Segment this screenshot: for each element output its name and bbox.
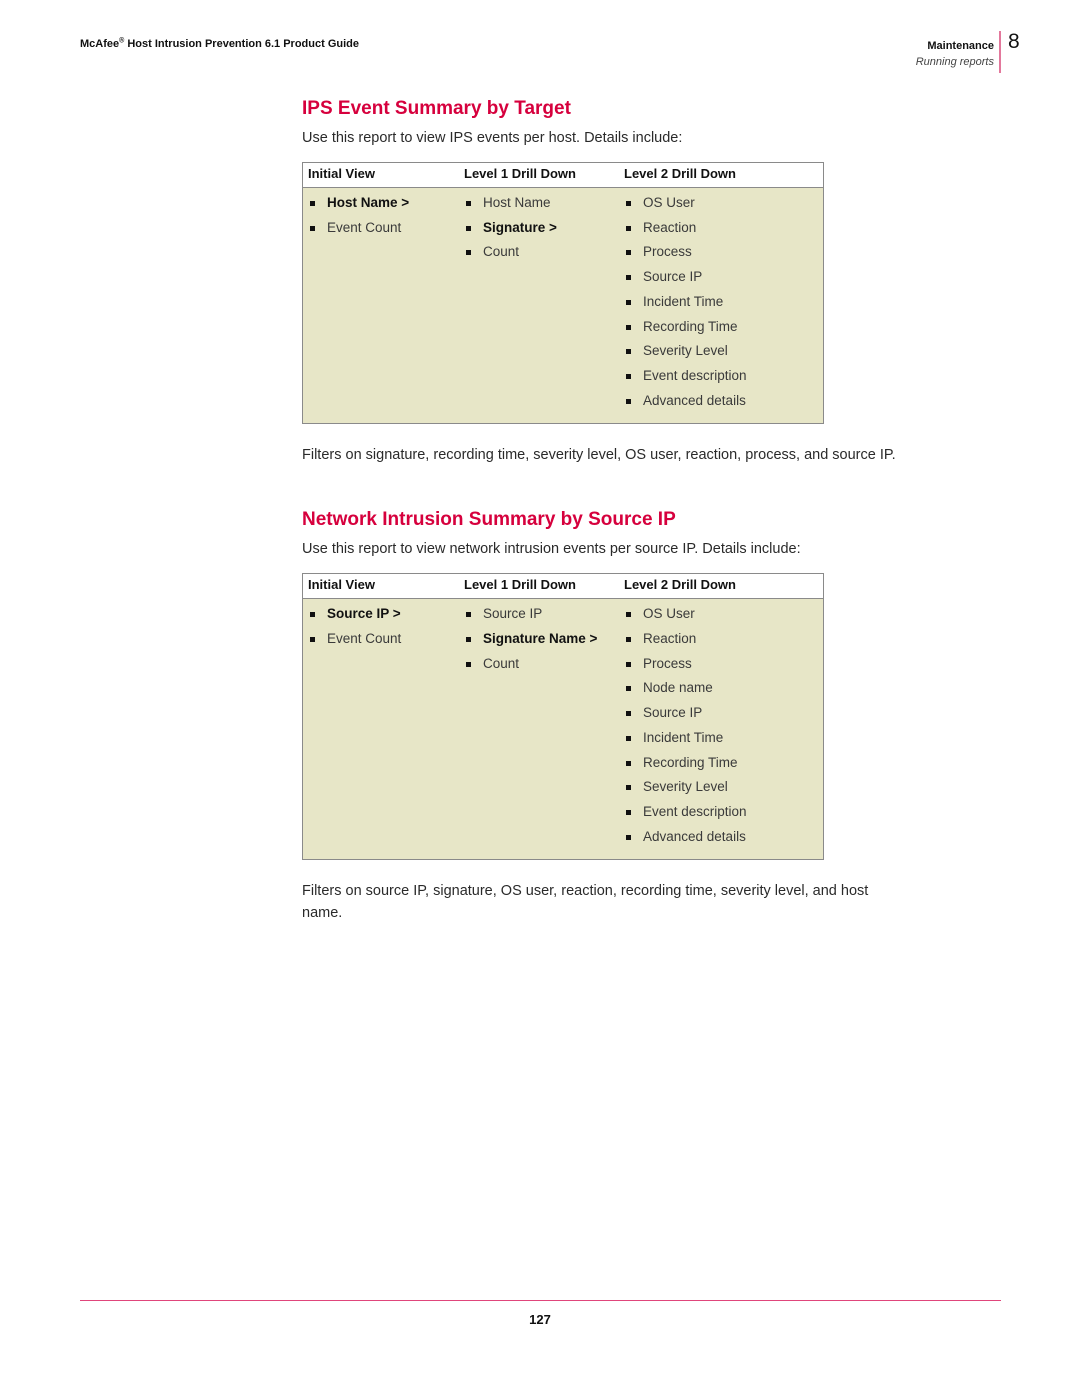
section-heading: Network Intrusion Summary by Source IP [302,509,676,531]
footer-divider [80,1300,1001,1301]
list-item: Process [624,652,818,677]
list-item: Event Count [308,216,454,241]
filters-description: Filters on signature, recording time, se… [302,447,896,464]
bullet-list: OS User Reaction Process Source IP Incident … [624,191,818,413]
list-item: Signature > [464,216,614,241]
bullet-list: OS User Reaction Process Node name Source IP… [624,602,818,849]
list-item: Source IP [624,701,818,726]
page-content: IPS Event Summary by Target Use this rep… [302,95,902,924]
chapter-number: 8 [1008,30,1020,53]
guide-title: Host Intrusion Prevention 6.1 Product Gu… [124,38,359,50]
list-item: Event description [624,364,818,389]
list-item: Node name [624,676,818,701]
list-item: Advanced details [624,825,818,850]
list-item: Source IP > [308,602,454,627]
column-header: Level 2 Drill Down [619,162,824,188]
brand-name: McAfee [80,38,120,50]
page-number: 127 [529,1312,551,1327]
table-cell: Source IP Signature Name > Count [459,599,619,860]
column-header: Initial View [302,162,459,188]
filters-description: Filters on source IP, signature, OS user… [302,883,869,922]
section-name: Maintenance [927,40,994,52]
list-item: Reaction [624,627,818,652]
list-item: Incident Time [624,290,818,315]
bullet-list: Host Name > Event Count [308,191,454,240]
list-item: Severity Level [624,775,818,800]
chapter-divider [999,31,1001,73]
list-item: Recording Time [624,751,818,776]
list-item: Severity Level [624,339,818,364]
list-item: Source IP [624,265,818,290]
section-intro: Use this report to view network intrusio… [302,541,801,558]
column-header: Level 2 Drill Down [619,573,824,600]
table-cell: Source IP > Event Count [303,599,460,860]
table-header-row: Initial View Level 1 Drill Down Level 2 … [302,162,824,188]
list-item: Event Count [308,627,454,652]
list-item: Host Name [464,191,614,216]
bullet-list: Host Name Signature > Count [464,191,614,265]
table-header-row: Initial View Level 1 Drill Down Level 2 … [302,573,824,600]
drilldown-table: Initial View Level 1 Drill Down Level 2 … [302,162,824,425]
column-header: Initial View [302,573,459,600]
list-item: Advanced details [624,389,818,414]
running-head-title: McAfee® Host Intrusion Prevention 6.1 Pr… [80,37,359,50]
subsection-name: Running reports [915,56,994,68]
table-row: Source IP > Event Count Source IP Signatur… [303,599,824,860]
list-item: Signature Name > [464,627,614,652]
list-item: Event description [624,800,818,825]
list-item: OS User [624,191,818,216]
column-header: Level 1 Drill Down [459,162,619,188]
list-item: Incident Time [624,726,818,751]
list-item: Process [624,240,818,265]
table-cell: OS User Reaction Process Source IP Incident … [619,188,824,424]
bullet-list: Source IP Signature Name > Count [464,602,614,676]
section-intro: Use this report to view IPS events per h… [302,130,683,146]
table-row: Host Name > Event Count Host Name Signatur… [303,188,824,424]
list-item: Count [464,240,614,265]
section-ips-event-summary: IPS Event Summary by Target Use this rep… [302,95,902,466]
list-item: Count [464,652,614,677]
running-head-section: Maintenance Running reports [916,38,994,70]
bullet-list: Source IP > Event Count [308,602,454,651]
list-item: Recording Time [624,315,818,340]
section-network-intrusion-summary: Network Intrusion Summary by Source IP U… [302,506,902,924]
table-cell: OS User Reaction Process Node name Source IP… [619,599,824,860]
section-heading: IPS Event Summary by Target [302,98,571,119]
list-item: Host Name > [308,191,454,216]
column-header: Level 1 Drill Down [459,573,619,600]
list-item: Reaction [624,216,818,241]
drilldown-table: Initial View Level 1 Drill Down Level 2 … [302,573,824,861]
list-item: Source IP [464,602,614,627]
table-cell: Host Name Signature > Count [459,188,619,424]
list-item: OS User [624,602,818,627]
table-cell: Host Name > Event Count [303,188,460,424]
